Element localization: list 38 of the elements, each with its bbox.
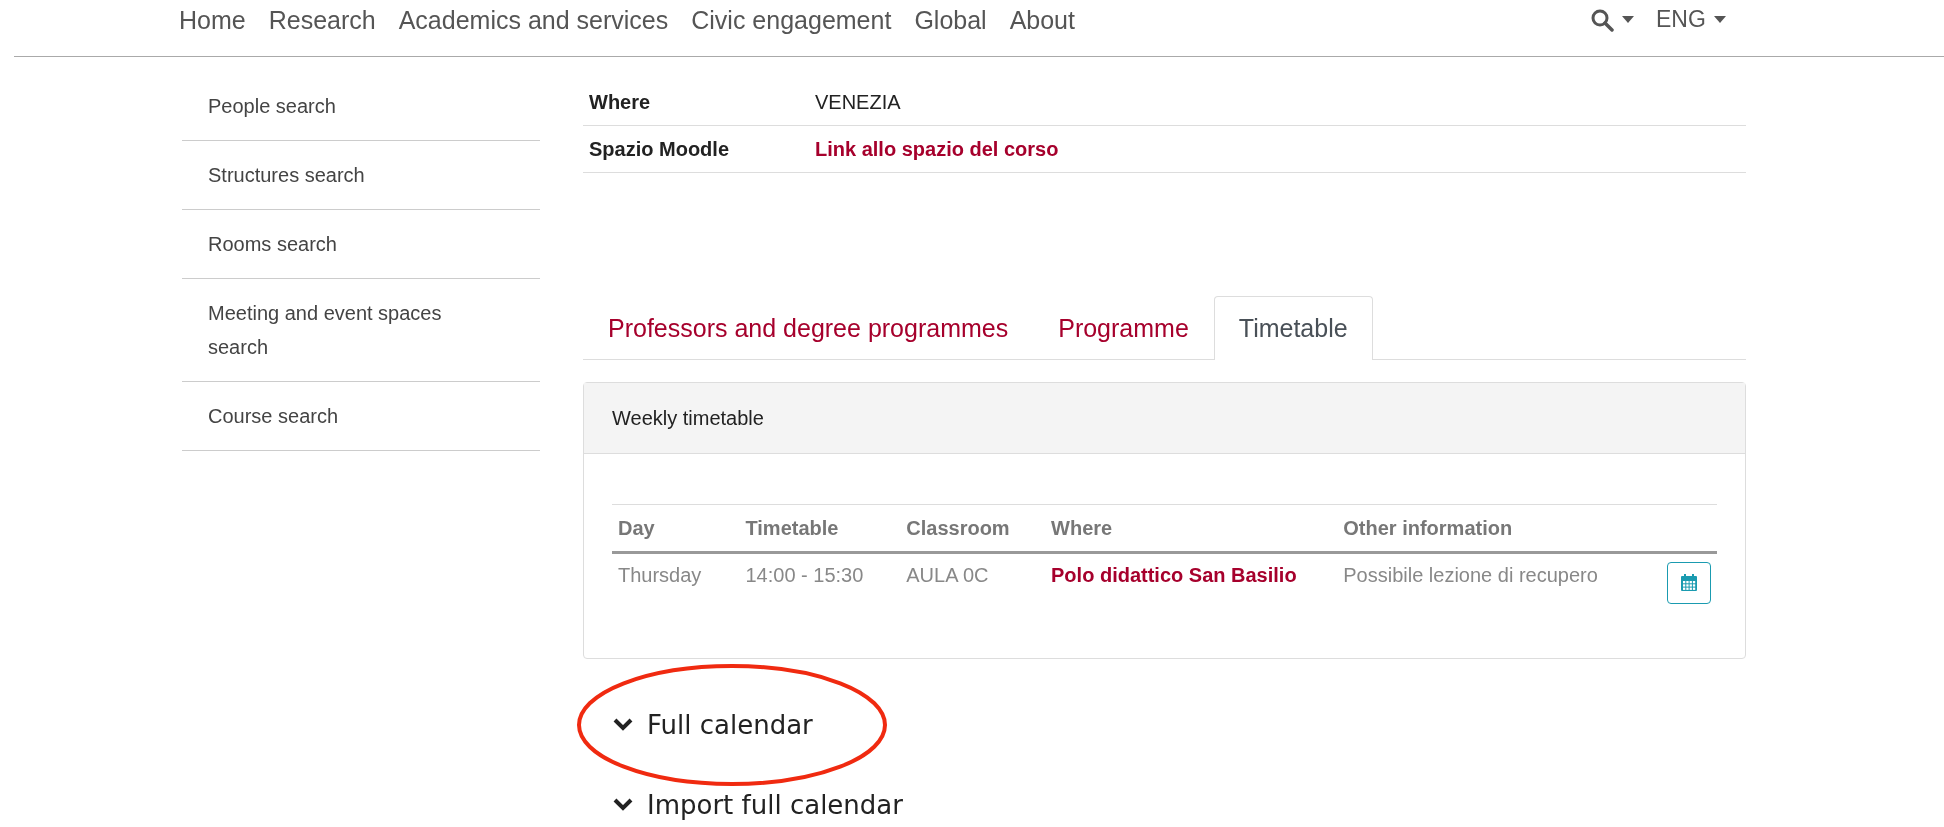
chevron-down-icon bbox=[613, 798, 633, 812]
table-cell: Possibile lezione di recupero bbox=[1337, 552, 1661, 618]
sidebar-item[interactable]: Meeting and event spaces search bbox=[182, 279, 540, 382]
sidebar-item[interactable]: Structures search bbox=[182, 141, 540, 210]
table-cell: Thursday bbox=[612, 552, 740, 618]
tab[interactable]: Timetable bbox=[1213, 296, 1373, 360]
location-link[interactable]: Polo didattico San Basilio bbox=[1045, 552, 1338, 618]
tab[interactable]: Programme bbox=[1033, 296, 1214, 360]
language-selector[interactable]: ENG bbox=[1656, 6, 1706, 33]
column-header: Classroom bbox=[900, 504, 1046, 553]
collapse-toggle[interactable]: Import full calendar bbox=[583, 785, 903, 825]
sidebar-item[interactable]: People search bbox=[182, 72, 540, 141]
nav-link[interactable]: Civic engagement bbox=[691, 6, 892, 35]
column-header: Where bbox=[1045, 504, 1338, 553]
course-link[interactable]: Link allo spazio del corso bbox=[815, 137, 1059, 161]
nav-link[interactable]: Academics and services bbox=[398, 6, 669, 35]
info-label: Spazio Moodle bbox=[589, 137, 730, 161]
column-header: Day bbox=[612, 504, 740, 553]
nav-link[interactable]: Home bbox=[179, 6, 246, 35]
column-header: Timetable bbox=[739, 504, 901, 553]
calendar-button[interactable] bbox=[1667, 562, 1711, 604]
search-icon[interactable] bbox=[1590, 7, 1614, 32]
caret-icon[interactable] bbox=[1713, 16, 1726, 23]
panel-title: Weekly timetable bbox=[584, 383, 1745, 454]
info-value: VENEZIA bbox=[815, 90, 901, 114]
table-cell: AULA 0C bbox=[900, 552, 1046, 618]
calendar-icon bbox=[1680, 574, 1698, 592]
nav-link[interactable]: Research bbox=[268, 6, 376, 35]
sidebar-item[interactable]: Rooms search bbox=[182, 210, 540, 279]
chevron-down-icon bbox=[613, 718, 633, 732]
column-header: Other information bbox=[1337, 504, 1661, 553]
info-label: Where bbox=[589, 90, 652, 114]
table-cell: 14:00 - 15:30 bbox=[739, 552, 901, 618]
nav-link[interactable]: Global bbox=[914, 6, 987, 35]
tab[interactable]: Professors and degree programmes bbox=[583, 296, 1034, 360]
caret-icon[interactable] bbox=[1622, 16, 1634, 23]
nav-link[interactable]: About bbox=[1009, 6, 1075, 35]
sidebar-item[interactable]: Course search bbox=[182, 382, 540, 451]
